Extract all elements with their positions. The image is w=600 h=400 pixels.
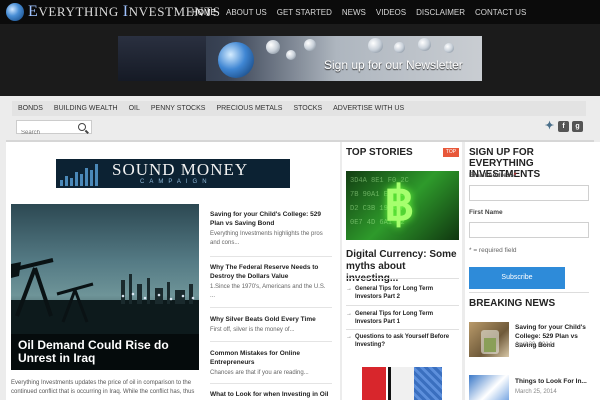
featured-title[interactable]: Oil Demand Could Rise do Unrest in Iraq bbox=[18, 339, 198, 365]
news-title[interactable]: Things to Look For In... bbox=[515, 377, 597, 386]
list-divider bbox=[210, 256, 332, 257]
twitter-icon[interactable]: ✦ bbox=[544, 121, 555, 132]
bullet-arrow-icon: → bbox=[346, 286, 352, 292]
nav-about-us[interactable]: ABOUT US bbox=[226, 8, 267, 17]
article-excerpt: 1.Since the 1970's, Americans and the U.… bbox=[210, 284, 326, 299]
article-excerpt: Everything Investments highlights the pr… bbox=[210, 231, 323, 246]
top-stories-heading: TOP STORIES bbox=[346, 147, 413, 158]
article-title[interactable]: Why The Federal Reserve Needs to Destroy… bbox=[210, 263, 332, 281]
bullet-arrow-icon: → bbox=[346, 311, 352, 317]
earth-globe-icon bbox=[218, 42, 254, 78]
featured-article[interactable]: Oil Demand Could Rise do Unrest in Iraq bbox=[11, 204, 199, 370]
cat-stocks[interactable]: STOCKS bbox=[293, 105, 322, 112]
bubble-icon bbox=[418, 38, 431, 51]
list-divider bbox=[346, 278, 459, 279]
cat-penny-stocks[interactable]: PENNY STOCKS bbox=[151, 105, 206, 112]
book-cover-image[interactable] bbox=[388, 367, 414, 400]
email-label: Email Address* bbox=[469, 172, 517, 179]
email-field[interactable] bbox=[469, 185, 589, 201]
bubble-icon bbox=[286, 50, 296, 60]
news-thumbnail[interactable] bbox=[469, 322, 509, 357]
chart-bars-graphic bbox=[60, 164, 100, 186]
cat-bonds[interactable]: BONDS bbox=[18, 105, 43, 112]
news-date: March 25, 2014 bbox=[515, 389, 557, 395]
first-name-label: First Name bbox=[469, 209, 503, 216]
list-item[interactable]: What to Look for when Investing in Oil bbox=[210, 390, 332, 399]
nav-contact-us[interactable]: CONTACT US bbox=[475, 8, 526, 17]
section-divider bbox=[469, 292, 589, 293]
subscribe-button[interactable]: Subscribe bbox=[469, 267, 565, 289]
book-cover-image[interactable] bbox=[362, 367, 386, 400]
search-box bbox=[16, 120, 92, 139]
book-cover-image[interactable] bbox=[414, 367, 442, 400]
list-divider bbox=[346, 305, 459, 306]
article-title[interactable]: Saving for your Child's College: 529 Pla… bbox=[210, 210, 332, 228]
globe-logo-icon bbox=[6, 3, 24, 21]
list-divider bbox=[210, 307, 332, 308]
search-icon[interactable] bbox=[78, 123, 86, 131]
cat-oil[interactable]: OIL bbox=[129, 105, 140, 112]
nav-get-started[interactable]: GET STARTED bbox=[277, 8, 332, 17]
cat-advertise[interactable]: ADVERTISE WITH US bbox=[333, 105, 404, 112]
cat-building-wealth[interactable]: BUILDING WEALTH bbox=[54, 105, 118, 112]
article-title[interactable]: Common Mistakes for Online Entrepreneurs bbox=[210, 349, 332, 367]
sound-money-title: SOUND MONEY bbox=[112, 160, 249, 179]
list-divider bbox=[346, 329, 459, 330]
story-link[interactable]: Questions to ask Yourself Before Investi… bbox=[355, 333, 460, 349]
nav-news[interactable]: NEWS bbox=[342, 8, 366, 17]
category-nav: BONDS BUILDING WEALTH OIL PENNY STOCKS P… bbox=[12, 101, 586, 116]
article-title[interactable]: Why Silver Beats Gold Every Time bbox=[210, 315, 332, 324]
article-title[interactable]: What to Look for when Investing in Oil bbox=[210, 390, 332, 399]
bubble-icon bbox=[368, 38, 383, 53]
article-excerpt: First off, silver is the money of... bbox=[210, 327, 295, 333]
bitcoin-image[interactable]: 3D4A 8E1 F0 2C 7B 90A1 E4 55 D2 C3B 19 A… bbox=[346, 171, 459, 240]
bubble-icon bbox=[444, 43, 454, 53]
news-thumbnail[interactable] bbox=[469, 375, 509, 400]
first-name-field[interactable] bbox=[469, 222, 589, 238]
bubble-icon bbox=[304, 39, 316, 51]
newsletter-text: Sign up for our Newsletter bbox=[324, 58, 463, 72]
list-divider bbox=[210, 383, 332, 384]
bullet-arrow-icon: → bbox=[346, 334, 352, 340]
list-item[interactable]: Common Mistakes for Online Entrepreneurs… bbox=[210, 349, 332, 378]
cat-precious-metals[interactable]: PRECIOUS METALS bbox=[216, 105, 282, 112]
list-item[interactable]: Saving for your Child's College: 529 Pla… bbox=[210, 210, 332, 248]
newsletter-banner[interactable]: Sign up for our Newsletter bbox=[118, 36, 482, 81]
list-item[interactable]: → General Tips for Long Term Investors P… bbox=[346, 285, 460, 301]
facebook-icon[interactable]: f bbox=[558, 121, 569, 132]
nav-disclaimer[interactable]: DISCLAIMER bbox=[416, 8, 465, 17]
top-nav-bar: EVERYTHING INVESTMENTS HOME ABOUT US GET… bbox=[0, 0, 600, 24]
news-date: April 20, 2014 bbox=[515, 342, 553, 348]
list-item[interactable]: → Questions to ask Yourself Before Inves… bbox=[346, 333, 460, 349]
businessman-image bbox=[118, 36, 206, 81]
list-item[interactable]: Why Silver Beats Gold Every Time First o… bbox=[210, 315, 332, 335]
main-nav: HOME ABOUT US GET STARTED NEWS VIDEOS DI… bbox=[192, 0, 536, 24]
search-input[interactable] bbox=[17, 127, 73, 139]
sound-money-subtitle: CAMPAIGN bbox=[140, 179, 212, 185]
sound-money-banner[interactable]: SOUND MONEY CAMPAIGN bbox=[56, 159, 290, 188]
list-item[interactable]: Why The Federal Reserve Needs to Destroy… bbox=[210, 263, 332, 301]
featured-excerpt: Everything Investments updates the price… bbox=[11, 380, 195, 395]
money-jar-image bbox=[481, 330, 499, 354]
list-divider bbox=[210, 341, 332, 342]
top-story-title[interactable]: Digital Currency: Some myths about inves… bbox=[346, 249, 460, 285]
top-badge: TOP bbox=[443, 148, 459, 157]
story-link[interactable]: General Tips for Long Term Investors Par… bbox=[355, 285, 460, 301]
nav-home[interactable]: HOME bbox=[192, 8, 216, 17]
article-excerpt: Chances are that if you are reading... bbox=[210, 370, 309, 376]
required-note: * = required field bbox=[469, 247, 517, 254]
google-plus-icon[interactable]: g bbox=[572, 121, 583, 132]
breaking-news-heading: BREAKING NEWS bbox=[469, 298, 556, 309]
story-link[interactable]: General Tips for Long Term Investors Par… bbox=[355, 310, 460, 326]
list-item[interactable]: → General Tips for Long Term Investors P… bbox=[346, 310, 460, 326]
nav-videos[interactable]: VIDEOS bbox=[376, 8, 406, 17]
bubble-icon bbox=[394, 42, 405, 53]
bubble-icon bbox=[266, 40, 280, 54]
bitcoin-icon: ฿ bbox=[384, 178, 415, 231]
site-logo[interactable]: EVERYTHING INVESTMENTS bbox=[6, 3, 221, 21]
